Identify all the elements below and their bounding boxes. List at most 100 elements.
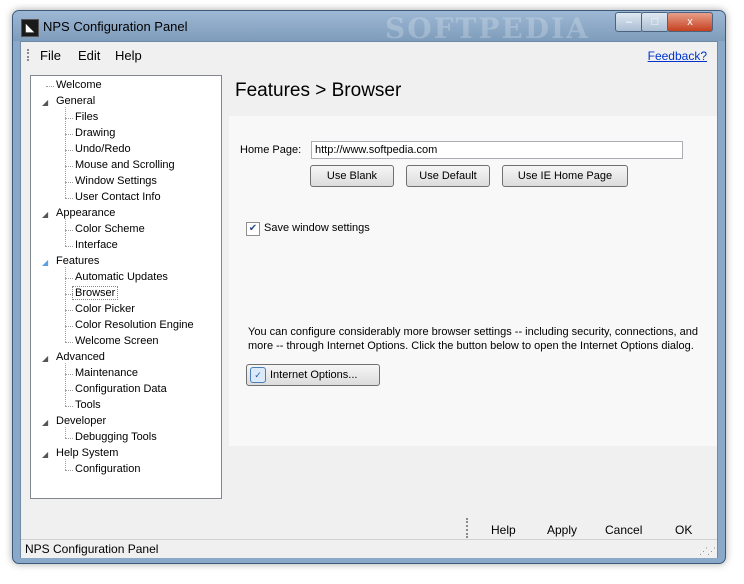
- tree-item-label: Appearance: [56, 207, 116, 219]
- internet-options-label: Internet Options...: [270, 369, 358, 381]
- tree-item-label: Configuration Data: [75, 383, 167, 395]
- tree-connector: [65, 166, 73, 167]
- tree-item[interactable]: Debugging Tools: [75, 431, 157, 443]
- tree-connector: [65, 219, 66, 246]
- help-button[interactable]: Help: [491, 523, 516, 537]
- settings-tree[interactable]: Welcome ◢ General Files Drawing Undo/Redo Mous…: [30, 75, 222, 499]
- apply-button[interactable]: Apply: [547, 523, 577, 537]
- tree-connector: [65, 246, 73, 247]
- tree-group-item[interactable]: Welcome: [56, 79, 102, 91]
- tree-item-label: Automatic Updates: [75, 271, 168, 283]
- tree-item-label: Undo/Redo: [75, 143, 131, 155]
- use-default-button[interactable]: Use Default: [406, 165, 490, 187]
- tree-connector: [65, 267, 66, 342]
- tree-group-item[interactable]: Advanced: [56, 351, 105, 363]
- tree-item[interactable]: Maintenance: [75, 367, 138, 379]
- menu-file[interactable]: File: [40, 48, 61, 63]
- main-window: ◣ NPS Configuration Panel SOFTPEDIA – □ …: [12, 10, 726, 564]
- tree-connector: [65, 182, 73, 183]
- menu-help[interactable]: Help: [115, 48, 142, 63]
- status-bar: NPS Configuration Panel ⋰⋰: [21, 539, 717, 558]
- internet-options-info: You can configure considerably more brow…: [248, 326, 699, 352]
- tree-connector: [65, 326, 73, 327]
- expand-arrow-icon[interactable]: ◢: [42, 258, 48, 267]
- tree-group-item[interactable]: Help System: [56, 447, 118, 459]
- tree-group-item[interactable]: Features: [56, 255, 99, 267]
- tree-item[interactable]: Tools: [75, 399, 101, 411]
- internet-options-button[interactable]: ✓ Internet Options...: [246, 364, 380, 386]
- ok-button[interactable]: OK: [675, 523, 692, 537]
- tree-item[interactable]: Color Scheme: [75, 223, 145, 235]
- tree-item-label: Features: [56, 255, 100, 267]
- tree-item[interactable]: Files: [75, 111, 98, 123]
- expand-arrow-icon[interactable]: ◢: [42, 418, 48, 427]
- tree-item[interactable]: Mouse and Scrolling: [75, 159, 175, 171]
- tree-item[interactable]: Interface: [75, 239, 118, 251]
- tree-item-label: Help System: [56, 447, 119, 459]
- tree-connector: [46, 86, 54, 87]
- tree-item[interactable]: Color Resolution Engine: [75, 319, 194, 331]
- tree-connector: [65, 470, 73, 471]
- tree-item-label: Drawing: [75, 127, 116, 139]
- close-button[interactable]: x: [667, 12, 713, 32]
- tree-item[interactable]: Automatic Updates: [75, 271, 168, 283]
- status-text: NPS Configuration Panel: [25, 542, 159, 556]
- client-area: File Edit Help Feedback? Welcome ◢ General…: [20, 41, 718, 558]
- resize-grip-icon[interactable]: ⋰⋰: [699, 546, 716, 557]
- tree-connector: [65, 230, 73, 231]
- menu-edit[interactable]: Edit: [78, 48, 100, 63]
- tree-item[interactable]: Configuration Data: [75, 383, 167, 395]
- tree-connector: [65, 406, 73, 407]
- menu-grip-icon[interactable]: [27, 49, 32, 61]
- tree-connector: [65, 438, 73, 439]
- tree-connector: [65, 118, 73, 119]
- footer-grip-icon: [466, 518, 468, 538]
- home-page-label: Home Page:: [240, 144, 302, 156]
- cancel-button[interactable]: Cancel: [605, 523, 642, 537]
- tree-group-item[interactable]: Appearance: [56, 207, 115, 219]
- tree-item-label: Browser: [72, 286, 119, 300]
- use-ie-home-page-button[interactable]: Use IE Home Page: [502, 165, 628, 187]
- tree-connector: [65, 363, 66, 406]
- tree-connector: [65, 150, 73, 151]
- tree-item[interactable]: Color Picker: [75, 303, 135, 315]
- tree-group-item[interactable]: General: [56, 95, 95, 107]
- tree-item-label: Maintenance: [75, 367, 138, 379]
- tree-item-label: User Contact Info: [75, 191, 161, 203]
- tree-item[interactable]: User Contact Info: [75, 191, 161, 203]
- expand-arrow-icon[interactable]: ◢: [42, 354, 48, 363]
- tree-item-label: Welcome: [56, 79, 102, 91]
- menu-bar: File Edit Help Feedback?: [21, 42, 717, 68]
- use-blank-button[interactable]: Use Blank: [310, 165, 394, 187]
- maximize-button[interactable]: □: [641, 12, 669, 32]
- tree-item[interactable]: Undo/Redo: [75, 143, 131, 155]
- tree-connector: [65, 390, 73, 391]
- tree-item[interactable]: Configuration: [75, 463, 140, 475]
- tree-item-label: Color Resolution Engine: [75, 319, 194, 331]
- tree-connector: [65, 427, 66, 438]
- tree-group-item[interactable]: Developer: [56, 415, 106, 427]
- tree-item[interactable]: Drawing: [75, 127, 115, 139]
- minimize-button[interactable]: –: [615, 12, 643, 32]
- internet-options-icon: ✓: [250, 367, 266, 384]
- save-window-settings-checkbox[interactable]: ✔: [246, 222, 260, 236]
- tree-item-label: Welcome Screen: [75, 335, 159, 347]
- tree-item-label: Debugging Tools: [75, 431, 157, 443]
- home-page-input[interactable]: [311, 141, 683, 159]
- tree-item-label: Mouse and Scrolling: [75, 159, 175, 171]
- tree-connector: [65, 342, 73, 343]
- feedback-link[interactable]: Feedback?: [648, 49, 707, 63]
- expand-arrow-icon[interactable]: ◢: [42, 98, 48, 107]
- tree-item-label: Developer: [56, 415, 107, 427]
- tree-item[interactable]: Browser: [72, 286, 119, 300]
- tree-item-label: Color Scheme: [75, 223, 145, 235]
- expand-arrow-icon[interactable]: ◢: [42, 450, 48, 459]
- tree-connector: [65, 134, 73, 135]
- tree-item[interactable]: Window Settings: [75, 175, 157, 187]
- tree-item-label: Color Picker: [75, 303, 135, 315]
- page-title: Features > Browser: [235, 80, 402, 101]
- app-icon: ◣: [21, 19, 39, 37]
- expand-arrow-icon[interactable]: ◢: [42, 210, 48, 219]
- tree-item[interactable]: Welcome Screen: [75, 335, 159, 347]
- title-bar[interactable]: ◣ NPS Configuration Panel SOFTPEDIA – □ …: [13, 11, 725, 45]
